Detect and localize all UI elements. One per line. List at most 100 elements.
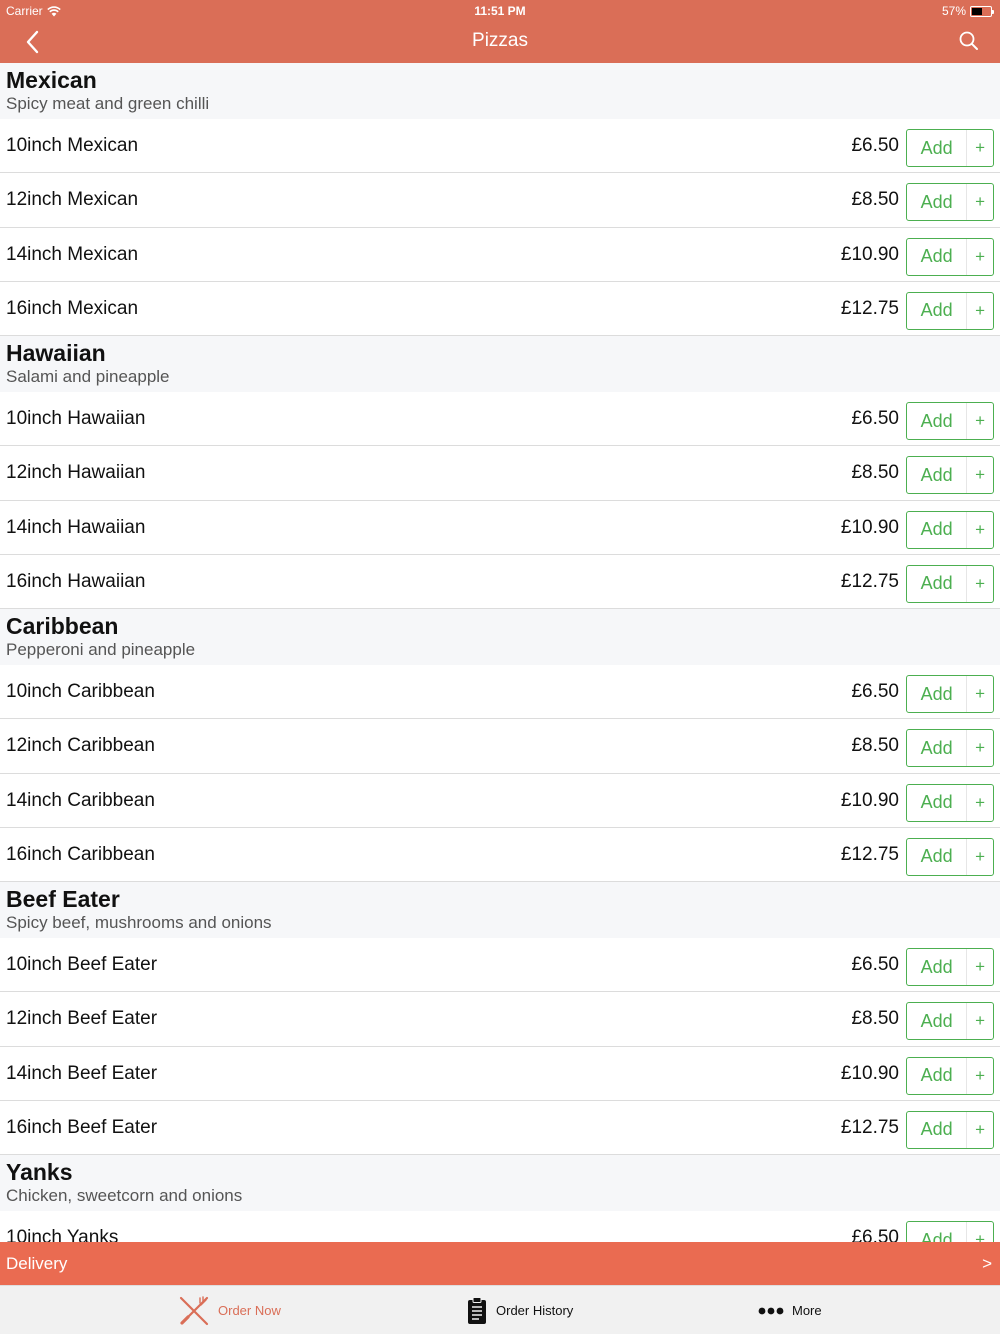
add-to-order-button[interactable]: Add + [906,402,994,440]
item-name: 12inch Mexican [6,189,139,211]
add-to-order-button[interactable]: Add + [906,729,994,768]
section-header: Caribbean Pepperoni and pineapple [0,609,1000,665]
add-button-label: Add [920,792,953,812]
battery-fill [972,7,983,15]
add-to-order-button[interactable]: Add + [906,1221,994,1242]
status-bar: Carrier 11:51 PM 57% [0,0,1000,22]
menu-item-row: 10inch Beef Eater £6.50 Add + [0,938,1000,993]
tab-bar: Order Now Order History More [0,1285,1000,1334]
item-price: £10.90 [840,243,899,265]
tab-order-now[interactable]: Order Now [178,1286,281,1334]
add-to-order-button[interactable]: Add + [906,129,994,167]
add-button-label: Add [920,737,953,758]
plus-icon: + [966,1111,993,1148]
add-to-order-button[interactable]: Add + [906,1110,994,1149]
item-name: 14inch Caribbean [6,789,155,811]
section-description: Spicy beef, mushrooms and onions [6,913,272,932]
plus-icon: + [966,730,993,767]
top-bar: Carrier 11:51 PM 57% Pizzas [0,0,1000,63]
item-name: 16inch Hawaiian [6,570,146,592]
plus-icon: + [966,292,993,329]
battery-icon [970,5,994,17]
add-button-label: Add [920,1229,953,1243]
plus-icon: + [966,1003,993,1040]
add-to-order-button[interactable]: Add + [906,948,994,986]
add-to-order-button[interactable]: Add + [906,456,994,495]
add-button-label: Add [920,519,953,539]
item-name: 14inch Beef Eater [6,1062,158,1084]
add-button-label: Add [920,410,953,431]
item-name: 10inch Beef Eater [6,954,158,975]
section-description: Spicy meat and green chilli [6,94,210,113]
item-name: 10inch Mexican [6,135,139,156]
plus-icon: + [966,403,993,439]
item-name: 10inch Caribbean [6,681,155,702]
section-header: Yanks Chicken, sweetcorn and onions [0,1155,1000,1211]
item-name: 16inch Caribbean [6,843,155,865]
delivery-bar[interactable]: Delivery > [0,1242,1000,1285]
add-button-label: Add [920,573,953,594]
section-name: Beef Eater [6,886,120,912]
search-button[interactable] [956,28,982,54]
tab-order-history[interactable]: Order History [466,1286,573,1334]
add-to-order-button[interactable]: Add + [906,564,994,603]
status-time: 11:51 PM [474,4,526,18]
add-button-label: Add [920,1065,953,1085]
menu-item-row: 16inch Caribbean £12.75 Add + [0,827,1000,882]
tab-more-label: More [792,1303,822,1318]
delivery-label: Delivery [6,1254,68,1273]
plus-icon: + [966,676,993,712]
battery-percent: 57% [941,4,966,18]
menu-item-row: 14inch Beef Eater £10.90 Add + [0,1046,1000,1101]
fork-knife-icon [179,1295,209,1325]
add-button-label: Add [920,956,953,977]
item-price: £10.90 [840,789,899,811]
plus-icon: + [966,949,993,985]
section-description: Chicken, sweetcorn and onions [6,1186,243,1205]
add-button-label: Add [920,1119,953,1140]
item-name: 14inch Hawaiian [6,516,146,538]
plus-icon: + [966,457,993,494]
item-name: 10inch Yanks [6,1227,119,1242]
item-name: 10inch Hawaiian [6,408,146,429]
add-button-label: Add [920,300,953,321]
item-price: £6.50 [851,681,899,702]
section-header: Hawaiian Salami and pineapple [0,336,1000,392]
add-to-order-button[interactable]: Add + [906,1002,994,1041]
plus-icon: + [966,511,993,548]
menu-list[interactable]: Mexican Spicy meat and green chilli 10inch… [0,63,1000,1242]
menu-item-row: 10inch Caribbean £6.50 Add + [0,665,1000,720]
menu-item-row: 16inch Beef Eater £12.75 Add + [0,1100,1000,1155]
tab-order-history-label: Order History [496,1303,574,1318]
section-name: Yanks [6,1159,73,1185]
navigation-bar: Pizzas [0,22,1000,63]
add-to-order-button[interactable]: Add + [906,510,994,549]
delivery-arrow-icon: > [982,1254,992,1273]
item-price: £8.50 [851,735,899,757]
item-price: £12.75 [840,297,899,319]
item-name: 16inch Beef Eater [6,1116,158,1138]
menu-item-row: 12inch Beef Eater £8.50 Add + [0,992,1000,1047]
add-to-order-button[interactable]: Add + [906,837,994,876]
section-name: Mexican [6,67,97,93]
item-price: £6.50 [851,135,899,156]
tab-more[interactable]: More [758,1286,822,1334]
add-to-order-button[interactable]: Add + [906,183,994,222]
item-price: £10.90 [840,516,899,538]
add-to-order-button[interactable]: Add + [906,783,994,822]
add-button-label: Add [920,191,953,212]
add-to-order-button[interactable]: Add + [906,291,994,330]
item-name: 14inch Mexican [6,243,139,265]
item-name: 12inch Hawaiian [6,462,146,484]
menu-item-row: 12inch Hawaiian £8.50 Add + [0,446,1000,501]
clipboard-icon [468,1296,486,1324]
item-price: £12.75 [840,843,899,865]
battery-indicator: 57% [941,4,994,18]
add-to-order-button[interactable]: Add + [906,237,994,276]
add-to-order-button[interactable]: Add + [906,1056,994,1095]
add-to-order-button[interactable]: Add + [906,675,994,713]
item-name: 12inch Caribbean [6,735,155,757]
page-title: Pizzas [472,30,528,51]
add-button-label: Add [920,1010,953,1031]
item-price: £8.50 [851,462,899,484]
